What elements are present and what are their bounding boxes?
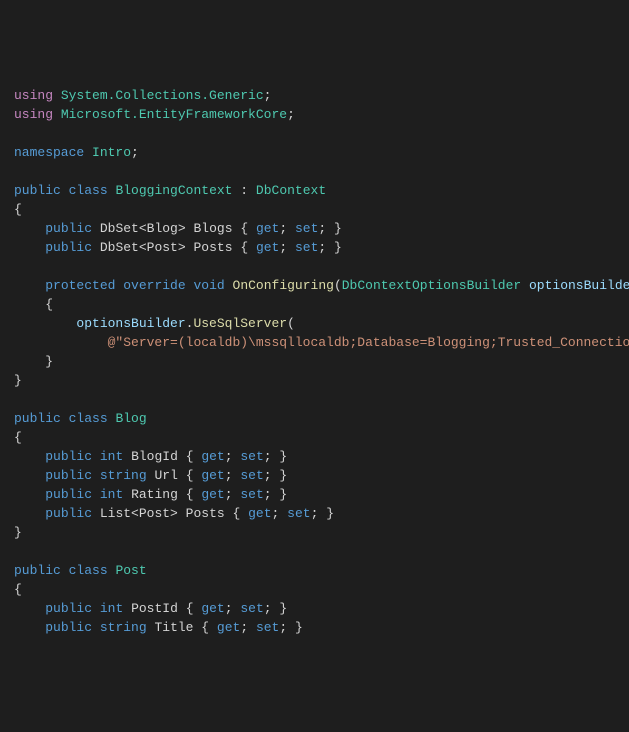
blank-line (14, 390, 615, 409)
keyword-using: using (14, 88, 53, 103)
code-line: public DbSet<Post> Posts { get; set; } (14, 238, 615, 257)
code-line: public string Url { get; set; } (14, 466, 615, 485)
class-name: Blog (115, 411, 146, 426)
code-line: protected override void OnConfiguring(Db… (14, 276, 615, 295)
blank-line (14, 257, 615, 276)
blank-line (14, 124, 615, 143)
blank-line (14, 162, 615, 181)
code-line: { (14, 200, 615, 219)
connection-string: @"Server=(localdb)\mssqllocaldb;Database… (108, 335, 629, 350)
blank-line (14, 542, 615, 561)
code-line: @"Server=(localdb)\mssqllocaldb;Database… (14, 333, 615, 352)
base-class: DbContext (256, 183, 326, 198)
keyword-namespace: namespace (14, 145, 84, 160)
class-name: BloggingContext (115, 183, 232, 198)
code-line: } (14, 352, 615, 371)
code-line: } (14, 523, 615, 542)
namespace-ref: Microsoft.EntityFrameworkCore (61, 107, 287, 122)
code-line: public int PostId { get; set; } (14, 599, 615, 618)
code-line: { (14, 428, 615, 447)
code-line: public int BlogId { get; set; } (14, 447, 615, 466)
code-line: } (14, 371, 615, 390)
code-line: public DbSet<Blog> Blogs { get; set; } (14, 219, 615, 238)
namespace-name: Intro (92, 145, 131, 160)
code-line: public string Title { get; set; } (14, 618, 615, 637)
code-line: { (14, 580, 615, 599)
code-line: public List<Post> Posts { get; set; } (14, 504, 615, 523)
code-line: optionsBuilder.UseSqlServer( (14, 314, 615, 333)
code-line: namespace Intro; (14, 143, 615, 162)
code-line: public class BloggingContext : DbContext (14, 181, 615, 200)
method-name: OnConfiguring (233, 278, 334, 293)
keyword-using: using (14, 107, 53, 122)
code-line: using System.Collections.Generic; (14, 86, 615, 105)
code-line: using Microsoft.EntityFrameworkCore; (14, 105, 615, 124)
code-line: public class Post (14, 561, 615, 580)
code-line: public int Rating { get; set; } (14, 485, 615, 504)
class-name: Post (115, 563, 146, 578)
code-editor[interactable]: using System.Collections.Generic;using M… (14, 86, 615, 637)
namespace-ref: System.Collections.Generic (61, 88, 264, 103)
code-line: { (14, 295, 615, 314)
code-line: public class Blog (14, 409, 615, 428)
